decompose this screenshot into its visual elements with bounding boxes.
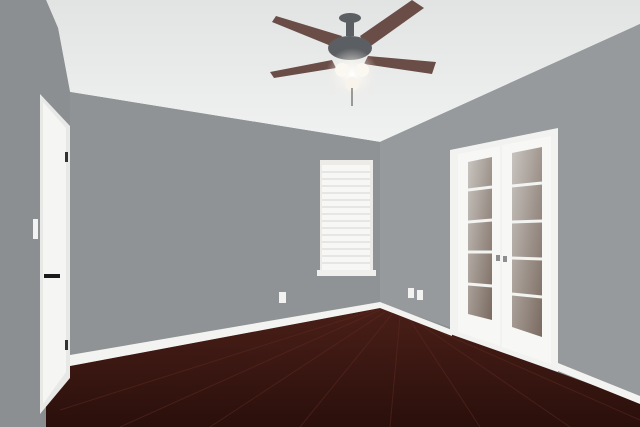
french-door-right-glass	[512, 147, 542, 337]
door-handle[interactable]	[44, 274, 60, 278]
french-door-handle[interactable]	[496, 255, 500, 261]
door-hinge	[65, 152, 68, 162]
window-sill	[317, 270, 376, 276]
wall-outlet-right-1	[408, 288, 414, 298]
fan-light-2	[355, 63, 369, 77]
room-photo	[0, 0, 640, 427]
fan-canopy	[339, 13, 361, 23]
french-door-left-glass	[468, 157, 492, 320]
window-blinds[interactable]	[322, 165, 370, 271]
light-switch[interactable]	[33, 219, 38, 239]
wall-outlet	[279, 292, 286, 303]
french-door-handle-2[interactable]	[503, 256, 507, 262]
fan-light-1	[335, 63, 349, 77]
door-hinge-lower	[65, 340, 68, 350]
wall-outlet-right-2	[417, 290, 423, 300]
door[interactable]	[43, 102, 66, 404]
